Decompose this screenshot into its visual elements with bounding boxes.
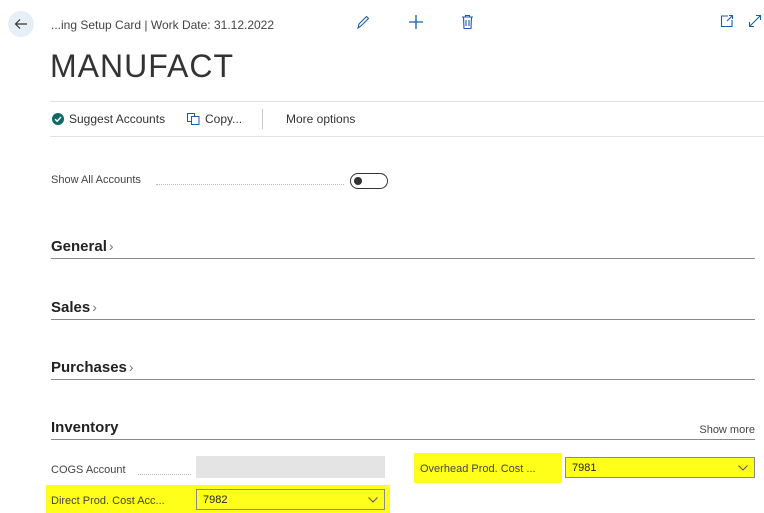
section-general[interactable]: General › — [51, 238, 755, 259]
back-arrow-icon — [14, 19, 27, 29]
section-sales-title: Sales — [51, 299, 91, 316]
section-inventory-title: Inventory — [51, 419, 119, 436]
edit-button[interactable] — [356, 14, 370, 35]
overhead-prod-cost-value: 7981 — [572, 461, 597, 474]
expand-icon — [748, 14, 762, 28]
check-circle-icon — [52, 113, 64, 125]
direct-prod-cost-value: 7982 — [203, 493, 228, 506]
action-bar: Suggest Accounts Copy... More options — [50, 101, 764, 137]
section-purchases-title: Purchases — [51, 359, 127, 376]
field-leader-dots — [138, 474, 191, 475]
open-in-new-window-icon — [720, 14, 734, 28]
chevron-right-icon: › — [128, 359, 134, 375]
chevron-right-icon: › — [108, 238, 114, 254]
new-button[interactable] — [408, 14, 424, 35]
suggest-accounts-button[interactable]: Suggest Accounts — [52, 112, 165, 126]
chevron-down-icon — [368, 496, 378, 503]
field-leader-dots — [156, 184, 344, 185]
copy-button[interactable]: Copy... — [187, 112, 242, 126]
overhead-prod-cost-label: Overhead Prod. Cost ... — [420, 463, 536, 475]
show-all-accounts-toggle[interactable] — [350, 173, 388, 189]
chevron-down-icon — [738, 464, 748, 471]
copy-icon — [187, 113, 200, 125]
open-new-window-button[interactable] — [720, 14, 734, 33]
plus-icon — [409, 15, 423, 29]
header-title: ...ing Setup Card | Work Date: 31.12.202… — [51, 18, 275, 32]
overhead-prod-cost-select[interactable]: 7981 — [565, 457, 755, 478]
section-purchases[interactable]: Purchases › — [51, 359, 755, 380]
page-title: MANUFACT — [50, 48, 234, 84]
direct-prod-cost-select[interactable]: 7982 — [196, 489, 385, 510]
toggle-knob — [354, 177, 362, 185]
back-button[interactable] — [8, 11, 34, 37]
suggest-accounts-label: Suggest Accounts — [69, 112, 166, 126]
section-sales[interactable]: Sales › — [51, 299, 755, 320]
cogs-account-label: COGS Account — [51, 464, 126, 476]
trash-icon — [462, 14, 473, 30]
show-more-link[interactable]: Show more — [699, 424, 755, 436]
delete-button[interactable] — [461, 14, 474, 35]
copy-label: Copy... — [205, 112, 243, 126]
cogs-account-input[interactable] — [196, 456, 385, 478]
show-all-accounts-label: Show All Accounts — [51, 174, 141, 186]
more-options-label: More options — [286, 112, 356, 126]
section-general-title: General — [51, 238, 107, 255]
pencil-icon — [357, 15, 370, 30]
section-inventory[interactable]: Inventory Show more — [51, 419, 755, 440]
chevron-right-icon: › — [92, 299, 97, 315]
more-options-button[interactable]: More options — [286, 112, 355, 126]
direct-prod-cost-label: Direct Prod. Cost Acc... — [51, 495, 165, 507]
expand-button[interactable] — [748, 14, 762, 33]
action-separator — [262, 109, 263, 129]
